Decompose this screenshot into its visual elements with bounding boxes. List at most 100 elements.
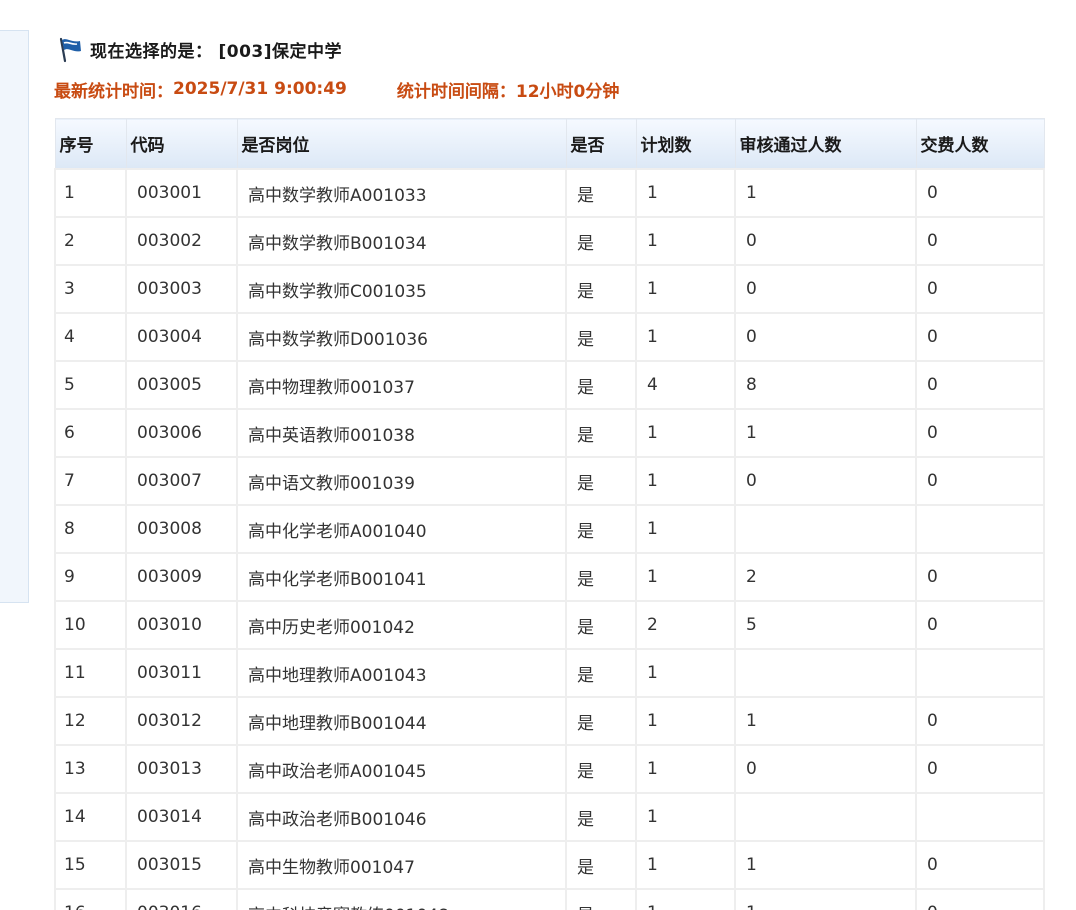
cell-approved: 8 — [734, 360, 917, 410]
cell-position: 高中历史老师001042 — [236, 600, 567, 650]
column-header-code: 代码 — [125, 118, 238, 170]
cell-code: 003012 — [125, 696, 238, 746]
cell-approved — [734, 504, 917, 554]
cell-position: 高中数学教师C001035 — [236, 264, 567, 314]
cell-plan: 1 — [635, 648, 736, 698]
cell-approved: 0 — [734, 744, 917, 794]
latest-time-label: 最新统计时间： — [54, 81, 173, 102]
column-header-approved: 审核通过人数 — [734, 118, 917, 170]
cell-code: 003011 — [125, 648, 238, 698]
cell-seq: 5 — [54, 360, 127, 410]
column-header-paid: 交费人数 — [915, 118, 1045, 170]
cell-plan: 1 — [635, 744, 736, 794]
cell-seq: 9 — [54, 552, 127, 602]
cell-code: 003016 — [125, 888, 238, 910]
cell-position: 高中语文教师001039 — [236, 456, 567, 506]
cell-position: 高中科技竞赛教练001048 — [236, 888, 567, 910]
cell-code: 003002 — [125, 216, 238, 266]
cell-position: 高中物理教师001037 — [236, 360, 567, 410]
cell-plan: 1 — [635, 408, 736, 458]
cell-seq: 16 — [54, 888, 127, 910]
cell-position: 高中地理教师B001044 — [236, 696, 567, 746]
cell-code: 003005 — [125, 360, 238, 410]
table-row: 9 003009 高中化学老师B001041 是 1 2 0 — [54, 552, 1045, 602]
selection-value: [003]保定中学 — [218, 41, 343, 62]
cell-position: 高中数学教师D001036 — [236, 312, 567, 362]
cell-paid: 0 — [915, 696, 1045, 746]
cell-approved: 0 — [734, 456, 917, 506]
table-row: 15 003015 高中生物教师001047 是 1 1 0 — [54, 840, 1045, 890]
cell-position: 高中政治老师B001046 — [236, 792, 567, 842]
side-panel — [0, 30, 29, 603]
column-header-position: 是否岗位 — [236, 118, 567, 170]
cell-approved: 1 — [734, 696, 917, 746]
column-header-seq: 序号 — [54, 118, 127, 170]
cell-code: 003003 — [125, 264, 238, 314]
cell-plan: 2 — [635, 600, 736, 650]
cell-plan: 1 — [635, 840, 736, 890]
cell-position: 高中地理教师A001043 — [236, 648, 567, 698]
cell-yesno: 是 — [565, 264, 637, 314]
cell-paid: 0 — [915, 552, 1045, 602]
cell-code: 003010 — [125, 600, 238, 650]
table-row: 7 003007 高中语文教师001039 是 1 0 0 — [54, 456, 1045, 506]
page: 现在选择的是： [003]保定中学 最新统计时间： 2025/7/31 9:00… — [0, 0, 1076, 910]
cell-position: 高中生物教师001047 — [236, 840, 567, 890]
cell-approved: 1 — [734, 888, 917, 910]
interval-value: 12小时0分钟 — [515, 81, 620, 102]
cell-plan: 4 — [635, 360, 736, 410]
cell-position: 高中化学老师A001040 — [236, 504, 567, 554]
cell-paid — [915, 504, 1045, 554]
cell-yesno: 是 — [565, 648, 637, 698]
position-table: 序号 代码 是否岗位 是否 计划数 审核通过人数 交费人数 1 003001 高中数… — [54, 118, 1045, 910]
flag-icon — [59, 37, 81, 63]
cell-code: 003001 — [125, 168, 238, 218]
cell-position: 高中数学教师B001034 — [236, 216, 567, 266]
cell-yesno: 是 — [565, 456, 637, 506]
cell-yesno: 是 — [565, 840, 637, 890]
cell-position: 高中数学教师A001033 — [236, 168, 567, 218]
cell-yesno: 是 — [565, 600, 637, 650]
cell-plan: 1 — [635, 696, 736, 746]
cell-plan: 1 — [635, 888, 736, 910]
cell-yesno: 是 — [565, 504, 637, 554]
cell-yesno: 是 — [565, 888, 637, 910]
table-row: 8 003008 高中化学老师A001040 是 1 — [54, 504, 1045, 554]
cell-approved: 1 — [734, 408, 917, 458]
cell-seq: 8 — [54, 504, 127, 554]
cell-paid — [915, 792, 1045, 842]
cell-position: 高中化学老师B001041 — [236, 552, 567, 602]
cell-paid: 0 — [915, 360, 1045, 410]
cell-yesno: 是 — [565, 744, 637, 794]
cell-position: 高中政治老师A001045 — [236, 744, 567, 794]
cell-seq: 7 — [54, 456, 127, 506]
stats-line: 最新统计时间： 2025/7/31 9:00:49 统计时间间隔： 12小时0分… — [54, 76, 619, 102]
cell-code: 003006 — [125, 408, 238, 458]
cell-seq: 1 — [54, 168, 127, 218]
cell-paid: 0 — [915, 408, 1045, 458]
cell-paid: 0 — [915, 264, 1045, 314]
cell-plan: 1 — [635, 312, 736, 362]
cell-seq: 2 — [54, 216, 127, 266]
cell-yesno: 是 — [565, 696, 637, 746]
selection-header: 现在选择的是： [003]保定中学 — [56, 34, 342, 64]
column-header-yesno: 是否 — [565, 118, 637, 170]
cell-approved — [734, 792, 917, 842]
cell-seq: 3 — [54, 264, 127, 314]
cell-paid: 0 — [915, 168, 1045, 218]
cell-yesno: 是 — [565, 216, 637, 266]
latest-time-value: 2025/7/31 9:00:49 — [173, 79, 347, 99]
cell-paid: 0 — [915, 216, 1045, 266]
table-row: 3 003003 高中数学教师C001035 是 1 0 0 — [54, 264, 1045, 314]
table-row: 14 003014 高中政治老师B001046 是 1 — [54, 792, 1045, 842]
cell-paid: 0 — [915, 840, 1045, 890]
cell-code: 003014 — [125, 792, 238, 842]
cell-plan: 1 — [635, 264, 736, 314]
cell-paid: 0 — [915, 600, 1045, 650]
table-row: 13 003013 高中政治老师A001045 是 1 0 0 — [54, 744, 1045, 794]
cell-approved: 0 — [734, 264, 917, 314]
cell-paid: 0 — [915, 744, 1045, 794]
cell-plan: 1 — [635, 792, 736, 842]
cell-seq: 6 — [54, 408, 127, 458]
table-row: 11 003011 高中地理教师A001043 是 1 — [54, 648, 1045, 698]
